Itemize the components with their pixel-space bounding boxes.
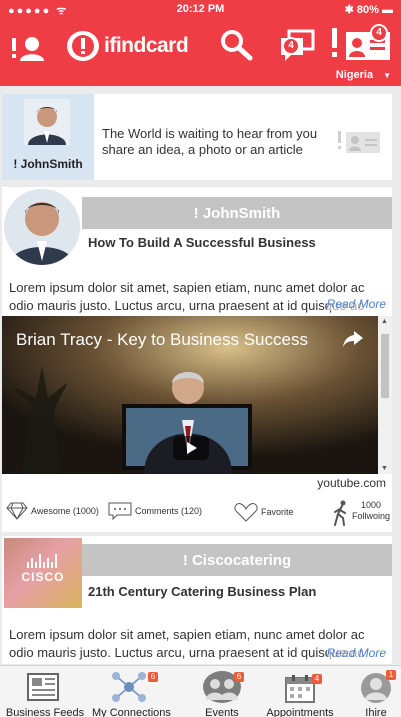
country-label: Nigeria [335,69,374,81]
nav-events[interactable]: 6 Events [190,666,254,717]
composer-prompt[interactable]: The World is waiting to hear from you sh… [102,126,330,158]
nav-badge: 1 [386,670,396,680]
read-more-link[interactable]: Read More [326,297,386,311]
feed-post: CISCO ! Ciscocatering 21th Century Cater… [2,536,392,664]
cisco-bars-icon [27,554,57,568]
scroll-up-icon[interactable]: ▲ [381,318,388,325]
video-title: Brian Tracy - Key to Business Success [16,330,308,349]
app-logo[interactable]: ifindcard [66,29,216,63]
nav-label: Appointments [266,707,334,717]
logo-mark-icon [67,31,99,61]
comments-count: Comments (120) [135,506,203,516]
bottom-nav: Business Feeds 6 My Connections 6 Events [0,665,401,717]
post-title[interactable]: How To Build A Successful Business [88,235,316,250]
messages-button[interactable]: 4 [278,28,316,62]
post-title[interactable]: 21th Century Catering Business Plan [88,584,316,599]
search-button[interactable] [218,28,254,62]
composer-user: ! JohnSmith [2,94,94,180]
avatar [24,99,70,145]
nav-label: Events [205,707,239,717]
favorite-label: Favorite [261,507,294,517]
profile-button[interactable] [10,34,46,62]
feed-post: ! JohnSmith How To Build A Successful Bu… [2,187,392,532]
scroll-down-icon[interactable]: ▼ [381,465,388,472]
favorite-button[interactable]: Favorite [234,502,294,522]
contact-card-icon[interactable] [338,130,380,154]
company-logo-text: CISCO [21,570,65,584]
following-stat: 1000 Follwoing [352,500,390,522]
nav-badge: 4 [312,674,322,684]
read-more-link[interactable]: Read More [326,646,386,660]
battery-percent: 80% [356,4,379,16]
play-button[interactable] [173,436,209,460]
scrollbar-thumb[interactable] [381,334,389,398]
nav-ihire[interactable]: 1 Ihire [352,666,400,717]
newspaper-icon [27,673,59,701]
status-bar: ●●●●● ᯤ 20:12 PM ✱ 80% ▬ [0,0,401,20]
follow-button[interactable] [332,500,353,526]
notifications-button[interactable]: 4 [330,24,394,64]
awesome-count: Awesome (1000) [31,506,99,516]
notifications-badge: 4 [370,24,388,42]
video-source: youtube.com [317,476,386,490]
messages-badge: 4 [282,37,300,55]
nav-business-feeds[interactable]: Business Feeds [4,666,86,717]
heart-icon [234,503,258,522]
search-icon [221,30,253,61]
following-count: 1000 [361,500,382,510]
diamond-icon [6,502,28,520]
nav-badge: 6 [234,672,244,682]
profile-alert-icon [12,37,44,61]
share-icon[interactable] [342,330,364,348]
author-photo [4,189,80,265]
bluetooth-icon: ✱ [344,4,354,16]
post-composer[interactable]: ! JohnSmith The World is waiting to hear… [2,94,392,180]
nav-appointments[interactable]: 4 Appointments [262,666,338,717]
country-selector[interactable]: Nigeria ▼ [336,69,391,81]
app-bar: ifindcard 4 4 Nigeria ▼ [0,20,401,86]
nav-label: Ihire [365,707,387,717]
nav-label: My Connections [92,707,171,717]
video-player[interactable]: Brian Tracy - Key to Business Success [2,316,378,474]
company-logo[interactable]: CISCO [4,538,82,608]
chevron-down-icon: ▼ [383,71,391,80]
comments-button[interactable]: Comments (120) [108,502,202,520]
awesome-button[interactable]: Awesome (1000) [6,502,99,520]
avatar[interactable] [4,189,80,265]
battery-indicator: ✱ 80% ▬ [345,3,393,16]
post-author[interactable]: ! Ciscocatering [82,544,392,576]
scrollbar[interactable]: ▲ ▼ [378,316,392,474]
network-icon [112,672,146,702]
nav-label: Business Feeds [5,707,85,717]
walking-person-icon [334,500,346,526]
logo-text: ifindcard [104,34,189,57]
composer-user-name: ! JohnSmith [13,157,83,171]
nav-my-connections[interactable]: 6 My Connections [92,666,171,717]
battery-icon: ▬ [382,4,393,16]
comment-icon [108,502,132,520]
post-author[interactable]: ! JohnSmith [82,197,392,229]
following-label: Follwoing [352,511,391,521]
app-screen: ●●●●● ᯤ 20:12 PM ✱ 80% ▬ ifindcard 4 4 N… [0,0,401,717]
status-time: 20:12 PM [176,3,225,15]
nav-badge: 6 [148,672,158,682]
